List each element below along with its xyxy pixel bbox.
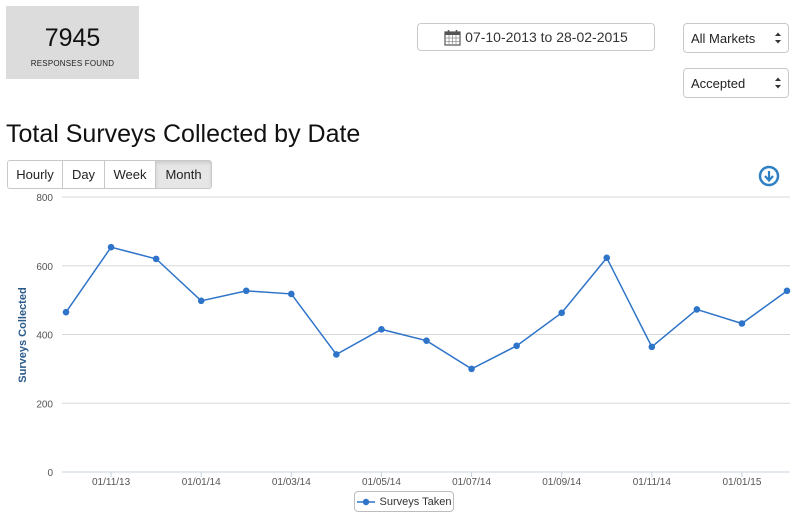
x-tick-label: 01/05/14 (362, 477, 401, 488)
status-select[interactable]: Accepted (683, 68, 789, 98)
x-tick-label: 01/03/14 (272, 477, 311, 488)
data-point (513, 342, 520, 350)
data-point (468, 365, 475, 373)
responses-label: RESPONSES FOUND (30, 59, 115, 68)
market-select-value: All Markets (691, 30, 756, 46)
calendar-icon (444, 29, 461, 46)
market-select[interactable]: All Markets (683, 23, 789, 53)
x-tick-label: 01/11/13 (92, 477, 131, 488)
y-tick-label: 200 (36, 399, 53, 410)
y-tick-label: 400 (36, 331, 53, 342)
data-point (242, 287, 250, 295)
granularity-day-button[interactable]: Day (63, 161, 105, 188)
data-point (288, 290, 295, 298)
data-point (693, 306, 701, 313)
data-point (603, 254, 611, 262)
data-point (152, 255, 160, 263)
y-tick-label: 800 (36, 193, 53, 204)
data-point (648, 343, 656, 351)
surveys-line-chart: 0 200 400 600 800 01/11/13 01/01/14 01/03/14 01/… (17, 193, 791, 488)
y-tick-label: 0 (47, 468, 53, 479)
legend-series-marker (356, 498, 375, 505)
x-tick-label: 01/01/14 (182, 477, 221, 488)
responses-count-box: 7945 RESPONSES FOUND (6, 6, 139, 79)
select-arrows-icon (775, 77, 781, 89)
data-point (62, 308, 70, 316)
responses-count: 7945 (44, 24, 101, 52)
granularity-hourly-button[interactable]: Hourly (8, 161, 63, 188)
date-range-picker[interactable]: 07-10-2013 to 28-02-2015 (417, 23, 655, 51)
data-point (783, 287, 791, 295)
x-tick-label: 01/01/15 (722, 477, 761, 488)
download-circle-icon[interactable] (758, 165, 780, 187)
x-tick-label: 01/09/14 (542, 477, 581, 488)
data-point (738, 320, 746, 327)
y-axis-title: Surveys Collected (17, 287, 29, 382)
x-tick-label: 01/11/14 (633, 477, 672, 488)
select-arrows-icon (775, 32, 781, 44)
data-point (558, 309, 565, 317)
granularity-week-button[interactable]: Week (105, 161, 156, 188)
chart-legend[interactable]: Surveys Taken (354, 491, 454, 512)
data-point (423, 337, 430, 344)
x-tick-label: 01/07/14 (452, 477, 491, 488)
data-point (333, 351, 340, 358)
status-select-value: Accepted (691, 75, 746, 91)
page-title: Total Surveys Collected by Date (6, 120, 361, 148)
data-point (107, 243, 115, 251)
date-range-label: 07-10-2013 to 28-02-2015 (465, 29, 628, 45)
data-point (378, 326, 385, 333)
granularity-month-button[interactable]: Month (156, 161, 211, 188)
data-point (197, 297, 205, 305)
legend-series-label: Surveys Taken (379, 495, 452, 508)
y-tick-label: 600 (36, 262, 53, 273)
